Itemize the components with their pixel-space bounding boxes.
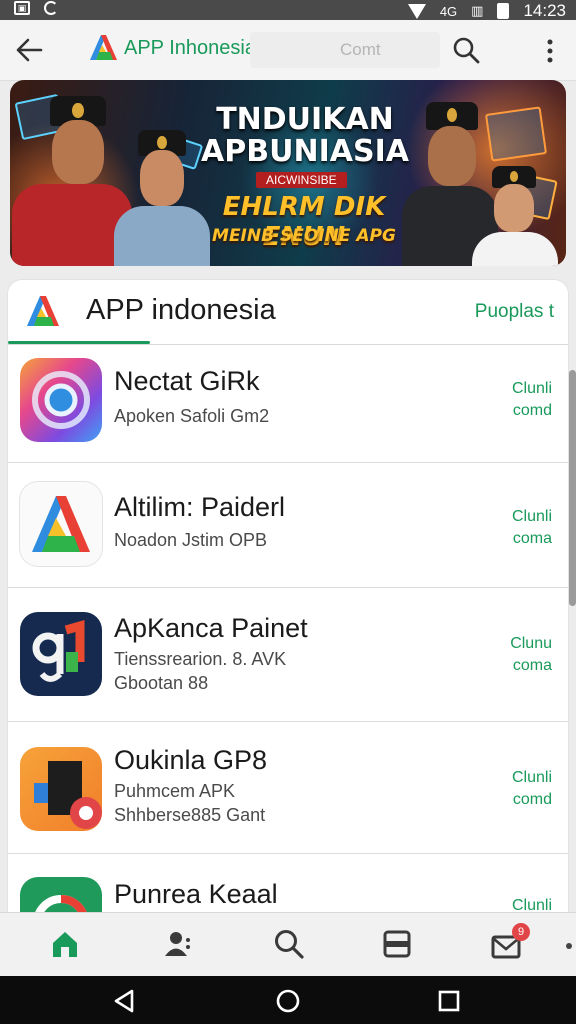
list-item-title: Altilim: Paiderl bbox=[114, 492, 286, 522]
banner-person bbox=[466, 166, 562, 266]
list-header-action[interactable]: Puoplas t bbox=[475, 301, 554, 323]
list-item-subtitle: Tienssrearion. 8. AVK bbox=[114, 649, 287, 669]
search-icon[interactable] bbox=[272, 927, 306, 961]
banner-line-2: MEINB SEOINE APG bbox=[212, 226, 396, 246]
list-title: APP indonesia bbox=[86, 294, 276, 326]
network-label: 4G bbox=[439, 3, 458, 19]
list-item-action-line: Clunli bbox=[511, 380, 552, 397]
bottom-navigation: 9 bbox=[0, 912, 576, 977]
banner-tag: AICWINSIBE bbox=[256, 172, 347, 188]
back-arrow-icon[interactable] bbox=[14, 36, 44, 64]
list-item-action[interactable]: Clunli comd bbox=[492, 767, 552, 811]
list-item-action-line: coma bbox=[512, 657, 552, 674]
list-item-action-line: Clunli bbox=[511, 769, 552, 786]
list-item-action-line: comd bbox=[512, 791, 552, 808]
music-note-icon bbox=[20, 612, 102, 696]
square-badge-icon bbox=[20, 747, 102, 831]
list-item-title: Oukinla GP8 bbox=[114, 745, 268, 775]
list-item[interactable]: ApKanca Painet Tienssrearion. 8. AVK Gbo… bbox=[8, 587, 568, 722]
search-field[interactable]: Comt bbox=[250, 32, 440, 68]
app-list-card: APP indonesia Puoplas t Nectat GiRk Apok… bbox=[8, 280, 568, 940]
top-app-bar: APP Inhonesia Comt bbox=[0, 20, 576, 81]
system-navigation-bar bbox=[0, 976, 576, 1024]
app-title: APP Inhonesia bbox=[124, 37, 256, 59]
list-item-action[interactable]: Clunli comd bbox=[492, 378, 552, 422]
back-triangle-icon[interactable] bbox=[112, 988, 138, 1014]
notification-badge: 9 bbox=[512, 923, 530, 941]
app-logo-icon bbox=[90, 35, 117, 60]
list-item-title: ApKanca Painet bbox=[114, 613, 308, 643]
triangle-logo-icon bbox=[20, 482, 102, 566]
list-item-action-line: comd bbox=[512, 402, 552, 419]
list-item-title: Punrea Keaal bbox=[114, 879, 278, 909]
search-icon[interactable] bbox=[452, 36, 480, 64]
home-circle-icon[interactable] bbox=[275, 988, 301, 1014]
status-time: 14:23 bbox=[523, 1, 566, 20]
recents-square-icon[interactable] bbox=[436, 988, 462, 1014]
list-item-action[interactable]: Clunli coma bbox=[492, 506, 552, 550]
status-bar: ▣ 4G ▥ 14:23 bbox=[0, 0, 576, 20]
vibrate-icon: ▥ bbox=[471, 3, 484, 18]
app-logo-icon bbox=[27, 296, 59, 326]
list-item-action-line: Clunli bbox=[511, 508, 552, 525]
list-item-subtitle: Noadon Jstim OPB bbox=[114, 530, 268, 550]
list-item[interactable]: Altilim: Paiderl Noadon Jstim OPB Clunli… bbox=[8, 462, 568, 588]
apps-icon[interactable] bbox=[380, 927, 414, 961]
home-icon[interactable] bbox=[48, 927, 82, 961]
more-vert-icon[interactable] bbox=[540, 38, 560, 64]
sync-icon bbox=[44, 1, 58, 15]
list-item-subtitle: Shhberse885 Gant bbox=[114, 805, 266, 825]
search-placeholder: Comt bbox=[340, 40, 381, 59]
list-item-action-line: coma bbox=[512, 530, 552, 547]
list-item-action-line: Clunu bbox=[510, 635, 552, 652]
list-item-action[interactable]: Clunu coma bbox=[492, 633, 552, 677]
list-item-subtitle: Apoken Safoli Gm2 bbox=[114, 406, 270, 426]
promo-banner[interactable]: TNDUIKAN APBUNIASIA AICWINSIBE EHLRM DIK… bbox=[10, 80, 566, 266]
list-item[interactable]: Oukinla GP8 Puhmcem APK Shhberse885 Gant… bbox=[8, 721, 568, 854]
screenshot-icon: ▣ bbox=[14, 1, 30, 15]
list-item-subtitle: Gbootan 88 bbox=[114, 673, 209, 693]
people-icon[interactable] bbox=[162, 927, 196, 961]
more-dot-icon bbox=[566, 943, 572, 949]
battery-icon bbox=[497, 3, 510, 19]
list-item-subtitle: Puhmcem APK bbox=[114, 781, 236, 801]
list-item[interactable]: Nectat GiRk Apoken Safoli Gm2 Clunli com… bbox=[8, 344, 568, 463]
banner-headline: TNDUIKAN APBUNIASIA bbox=[201, 102, 409, 169]
list-item-title: Nectat GiRk bbox=[114, 366, 260, 396]
list-header: APP indonesia Puoplas t bbox=[8, 280, 568, 345]
scrollbar[interactable] bbox=[569, 370, 576, 606]
wifi-icon bbox=[407, 3, 426, 19]
chrome-like-icon bbox=[20, 358, 102, 442]
